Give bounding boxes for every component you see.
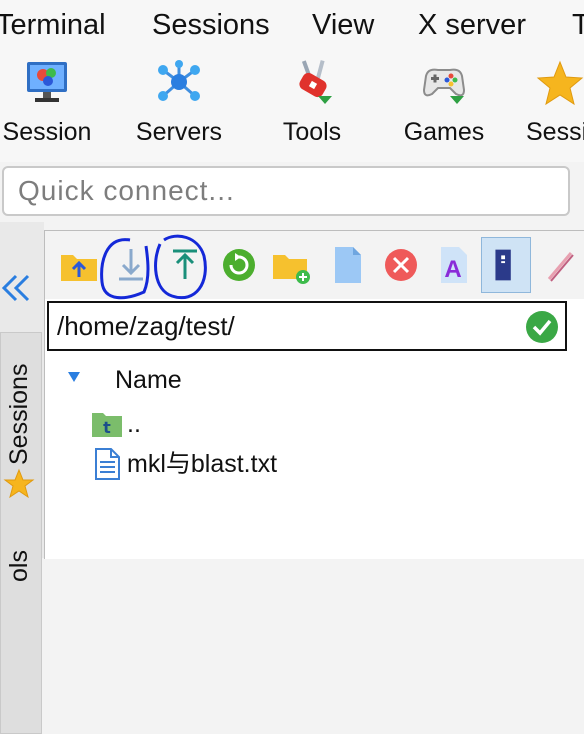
file-name: .. (127, 410, 141, 438)
sessions-star-button[interactable]: Sessi (520, 50, 584, 162)
sftp-panel: A /home/zag/test/ Name t .. mkl与blast.tx… (44, 230, 584, 559)
menu-sessions[interactable]: Sessions (152, 6, 270, 44)
svg-text:t: t (103, 418, 111, 437)
menu-bar: Terminal Sessions View X server T (0, 0, 584, 50)
check-circle-icon[interactable] (525, 310, 559, 344)
path-bar[interactable]: /home/zag/test/ (47, 301, 567, 351)
games-button-label: Games (403, 118, 485, 146)
column-header-name[interactable]: Name (115, 365, 182, 395)
double-chevron-left-icon[interactable] (0, 268, 34, 308)
menu-tools-partial[interactable]: T (572, 6, 584, 44)
star-icon (536, 60, 584, 106)
swiss-knife-icon (299, 60, 332, 104)
follow-terminal-icon[interactable] (481, 237, 531, 293)
delete-icon[interactable] (379, 243, 423, 287)
sort-arrow-icon[interactable] (67, 371, 81, 383)
new-file-icon[interactable] (325, 243, 369, 287)
monitor-session-icon (27, 62, 67, 102)
servers-button[interactable]: Servers (128, 50, 230, 162)
left-sidebar: Sessions ols (0, 222, 44, 734)
star-icon (3, 468, 35, 499)
servers-button-label: Servers (135, 118, 223, 146)
download-icon[interactable] (109, 243, 153, 287)
games-button[interactable]: Games (396, 50, 492, 162)
upload-icon[interactable] (163, 243, 207, 287)
parent-folder-icon[interactable] (57, 243, 101, 287)
menu-view[interactable]: View (312, 6, 374, 44)
path-input[interactable]: /home/zag/test/ (57, 311, 235, 341)
quick-connect-input[interactable] (2, 166, 570, 216)
menu-x-server[interactable]: X server (418, 6, 526, 44)
session-button[interactable]: Session (0, 50, 94, 162)
tools-button[interactable]: Tools (264, 50, 360, 162)
sidebar-tab-tools-label[interactable]: ols (4, 522, 34, 582)
menu-terminal[interactable]: Terminal (0, 6, 106, 44)
quick-connect-bar (0, 162, 584, 222)
gamepad-icon (422, 68, 466, 104)
refresh-icon[interactable] (217, 243, 261, 287)
session-button-label: Session (2, 118, 92, 146)
edit-icon[interactable] (541, 243, 584, 287)
parent-folder-icon: t (92, 413, 122, 437)
rename-icon[interactable]: A (431, 243, 475, 287)
sidebar-tab-sessions-label: Sessions (5, 363, 33, 465)
file-name: mkl与blast.txt (127, 450, 278, 478)
servers-network-icon (158, 60, 200, 101)
main-toolbar: Session Servers Tools Games Sessi (0, 50, 584, 162)
text-file-icon (95, 448, 120, 480)
new-folder-icon[interactable] (269, 243, 313, 287)
sessions-star-button-label: Sessi (526, 118, 584, 146)
tools-button-label: Tools (282, 118, 342, 146)
sftp-toolbar: A (45, 231, 584, 299)
svg-text:A: A (444, 256, 461, 283)
